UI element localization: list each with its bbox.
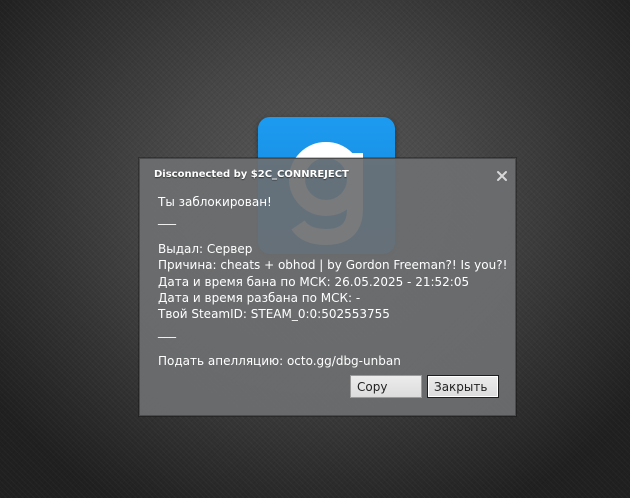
- message-line-banned: Ты заблокирован!: [158, 195, 272, 209]
- message-line-unban-time: Дата и время разбана по МСК: -: [158, 291, 361, 305]
- message-line-ban-time: Дата и время бана по МСК: 26.05.2025 - 2…: [158, 275, 470, 289]
- message-separator: ___: [158, 324, 176, 338]
- message-line-reason: Причина: cheats + obhod | by Gordon Free…: [158, 258, 508, 272]
- message-line-steamid: Твой SteamID: STEAM_0:0:502553755: [158, 307, 390, 321]
- message-line-issuer: Выдал: Сервер: [158, 242, 253, 256]
- message-line-appeal: Подать апелляцию: octo.gg/dbg-unban: [158, 354, 401, 368]
- disconnect-dialog: Disconnected by $2C_CONNREJECT Ты заблок…: [139, 158, 516, 416]
- close-icon[interactable]: [495, 168, 509, 182]
- copy-button[interactable]: Copy: [350, 375, 422, 398]
- dialog-title: Disconnected by $2C_CONNREJECT: [154, 169, 349, 180]
- close-button[interactable]: Закрыть: [427, 375, 499, 398]
- message-separator: ___: [158, 211, 176, 225]
